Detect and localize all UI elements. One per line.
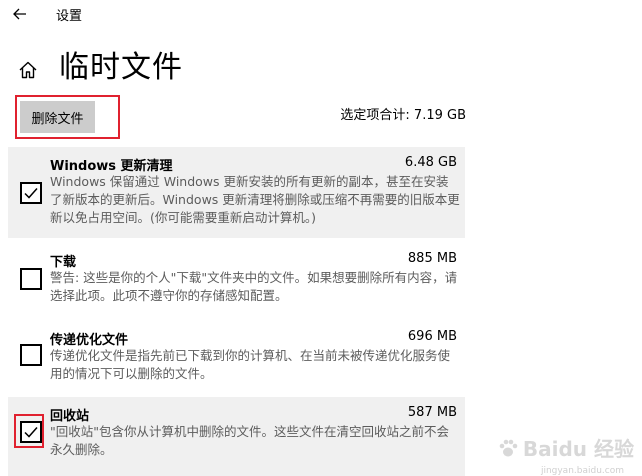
watermark-url: jingyan.baidu.com: [540, 466, 624, 476]
selected-total-size: 选定项合计: 7.19 GB: [340, 108, 466, 123]
page-title: 临时文件: [59, 50, 183, 85]
home-icon: [19, 61, 37, 79]
watermark-logo: Baidu 经验: [497, 433, 634, 462]
category-row-delivery-optimization[interactable]: 传递优化文件 696 MB 传递优化文件是指先前已下载到你的计算机、在当前未被传…: [8, 321, 465, 391]
category-description: 传递优化文件是指先前已下载到你的计算机、在当前未被传递优化服务使用的情况下可以删…: [50, 348, 451, 381]
category-size: 885 MB: [407, 251, 457, 266]
category-name: 下载: [50, 255, 77, 270]
paw-icon: [499, 439, 518, 456]
category-description: 警告: 这些是你的个人"下载"文件夹中的文件。如果想要删除所有内容，请选择此项。…: [50, 270, 458, 303]
app-title: 设置: [56, 9, 83, 24]
home-button[interactable]: [14, 56, 42, 84]
category-description: Windows 保留通过 Windows 更新安装的所有更新的副本，甚至在安装了…: [50, 174, 460, 225]
category-size: 6.48 GB: [404, 155, 457, 170]
category-checkbox-windows-update[interactable]: [20, 182, 42, 204]
category-row-windows-update[interactable]: Windows 更新清理 6.48 GB Windows 保留通过 Window…: [8, 147, 465, 238]
category-name: 回收站: [50, 409, 90, 424]
delete-files-button[interactable]: 删除文件: [20, 101, 95, 133]
back-button[interactable]: [6, 2, 34, 26]
category-checkbox-downloads[interactable]: [20, 268, 42, 290]
category-name: Windows 更新清理: [50, 159, 173, 174]
category-row-downloads[interactable]: 下载 885 MB 警告: 这些是你的个人"下载"文件夹中的文件。如果想要删除所…: [8, 243, 465, 315]
back-arrow-icon: [13, 8, 26, 20]
category-checkbox-delivery-optimization[interactable]: [20, 344, 42, 366]
watermark-text: Baidu 经验: [522, 437, 634, 461]
checkmark-icon: [24, 427, 38, 438]
category-size: 587 MB: [407, 405, 457, 420]
category-size: 696 MB: [407, 329, 457, 344]
category-checkbox-recycle-bin[interactable]: [20, 421, 42, 443]
category-name: 传递优化文件: [50, 333, 129, 348]
category-description: "回收站"包含你从计算机中删除的文件。这些文件在清空回收站之前不会永久删除。: [50, 424, 450, 457]
checkmark-icon: [24, 188, 38, 199]
category-row-recycle-bin[interactable]: 回收站 587 MB "回收站"包含你从计算机中删除的文件。这些文件在清空回收站…: [8, 397, 465, 476]
